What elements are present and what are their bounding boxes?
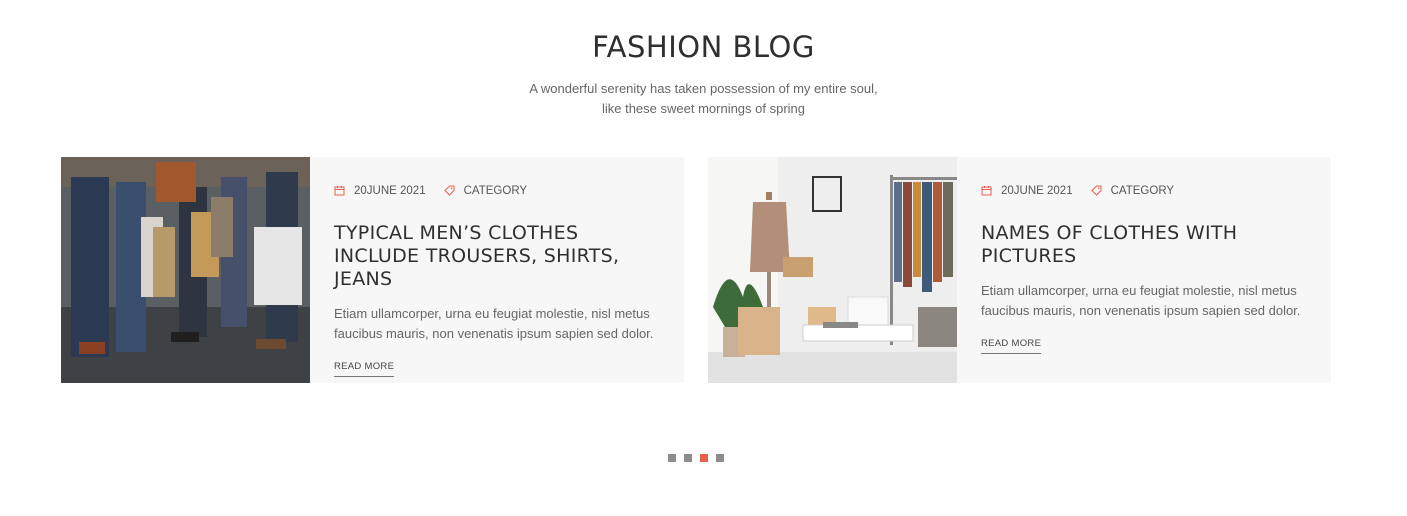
post-title[interactable]: NAMES OF CLOTHES WITH PICTURES bbox=[981, 222, 1307, 268]
post-title[interactable]: TYPICAL MEN’S CLOTHES INCLUDE TROUSERS, … bbox=[334, 222, 660, 291]
pagination-dot[interactable] bbox=[668, 454, 676, 462]
calendar-icon bbox=[981, 185, 993, 197]
pagination-dot-active[interactable] bbox=[700, 454, 708, 462]
tag-icon bbox=[443, 185, 456, 197]
post-image[interactable] bbox=[61, 157, 310, 383]
tag-icon bbox=[1090, 185, 1103, 197]
post-category[interactable]: CATEGORY bbox=[464, 185, 527, 197]
post-date: 20JUNE 2021 bbox=[354, 185, 426, 197]
subtitle-line-2: like these sweet mornings of spring bbox=[601, 101, 806, 116]
pagination-dot[interactable] bbox=[716, 454, 724, 462]
carousel-pagination bbox=[668, 454, 724, 462]
section-title: FASHION BLOG bbox=[592, 30, 815, 64]
read-more-link[interactable]: READ MORE bbox=[334, 361, 395, 377]
section-subtitle: A wonderful serenity has taken possessio… bbox=[0, 79, 1407, 119]
post-excerpt: Etiam ullamcorper, urna eu feugiat moles… bbox=[334, 306, 654, 341]
post-date: 20JUNE 2021 bbox=[1001, 185, 1073, 197]
calendar-icon bbox=[334, 185, 346, 197]
blog-card: 20JUNE 2021 CATEGORY NAMES OF CLOTHES WI… bbox=[708, 157, 1331, 383]
pagination-dot[interactable] bbox=[684, 454, 692, 462]
post-image[interactable] bbox=[708, 157, 957, 383]
subtitle-line-1: A wonderful serenity has taken possessio… bbox=[529, 81, 878, 96]
post-excerpt: Etiam ullamcorper, urna eu feugiat moles… bbox=[981, 283, 1301, 318]
read-more-link[interactable]: READ MORE bbox=[981, 338, 1042, 354]
blog-card: 20JUNE 2021 CATEGORY TYPICAL MEN’S CLOTH… bbox=[61, 157, 684, 383]
post-category[interactable]: CATEGORY bbox=[1111, 185, 1174, 197]
